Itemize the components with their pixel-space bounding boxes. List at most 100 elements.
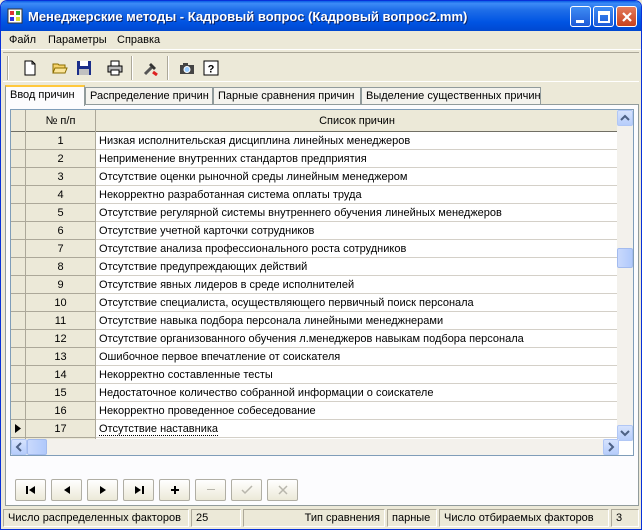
row-indicator[interactable]: [11, 348, 26, 366]
row-indicator[interactable]: [11, 132, 26, 150]
cell-cause[interactable]: Отсутствие учетной карточки сотрудников: [96, 222, 619, 240]
delete-record-button[interactable]: [195, 479, 226, 501]
cell-cause[interactable]: Отсутствие предупреждающих действий: [96, 258, 619, 276]
vertical-scroll-thumb[interactable]: [617, 248, 633, 268]
cell-cause[interactable]: Отсутствие явных лидеров в среде исполни…: [96, 276, 619, 294]
header-number[interactable]: № п/п: [26, 110, 96, 132]
save-button[interactable]: [73, 57, 95, 79]
vertical-scrollbar[interactable]: [617, 110, 633, 441]
horizontal-scroll-thumb[interactable]: [27, 439, 47, 455]
cell-cause[interactable]: Неприменение внутренних стандартов предп…: [96, 150, 619, 168]
cancel-edit-button[interactable]: [267, 479, 298, 501]
table-row[interactable]: 12 Отсутствие организованного обучения л.…: [11, 330, 619, 348]
tab-significant[interactable]: Выделение существенных причин: [361, 87, 541, 105]
row-indicator[interactable]: [11, 150, 26, 168]
scroll-up-button[interactable]: [617, 110, 633, 126]
causes-grid[interactable]: № п/п Список причин 1 Низкая исполнительс…: [10, 109, 634, 456]
table-row[interactable]: 8 Отсутствие предупреждающих действий: [11, 258, 619, 276]
scroll-left-button[interactable]: [11, 439, 27, 455]
cell-number[interactable]: 6: [26, 222, 96, 240]
row-indicator[interactable]: [11, 240, 26, 258]
row-indicator[interactable]: [11, 258, 26, 276]
help-button[interactable]: ?: [200, 57, 222, 79]
table-row[interactable]: 13 Ошибочное первое впечатление от соиска…: [11, 348, 619, 366]
camera-button[interactable]: [176, 57, 198, 79]
cell-number[interactable]: 9: [26, 276, 96, 294]
next-record-button[interactable]: [87, 479, 118, 501]
cell-number[interactable]: 16: [26, 402, 96, 420]
horizontal-scrollbar[interactable]: [11, 439, 619, 455]
cell-number[interactable]: 5: [26, 204, 96, 222]
post-edit-button[interactable]: [231, 479, 262, 501]
row-indicator[interactable]: [11, 330, 26, 348]
last-record-button[interactable]: [123, 479, 154, 501]
cell-number[interactable]: 8: [26, 258, 96, 276]
cell-number[interactable]: 4: [26, 186, 96, 204]
row-indicator[interactable]: [11, 420, 26, 438]
cell-number[interactable]: 7: [26, 240, 96, 258]
cell-cause[interactable]: Отсутствие оценки рыночной среды линейны…: [96, 168, 619, 186]
close-button[interactable]: [616, 6, 637, 27]
cell-number[interactable]: 17: [26, 420, 96, 438]
cell-cause[interactable]: Отсутствие анализа профессионального рос…: [96, 240, 619, 258]
print-button[interactable]: [104, 57, 126, 79]
row-indicator[interactable]: [11, 384, 26, 402]
row-indicator[interactable]: [11, 276, 26, 294]
minimize-button[interactable]: [570, 6, 591, 27]
row-indicator[interactable]: [11, 168, 26, 186]
tab-distribution[interactable]: Распределение причин: [85, 87, 213, 105]
header-causes[interactable]: Список причин: [96, 110, 619, 132]
cell-number[interactable]: 14: [26, 366, 96, 384]
cell-number[interactable]: 13: [26, 348, 96, 366]
table-row[interactable]: 11 Отсутствие навыка подбора персонала ли…: [11, 312, 619, 330]
table-row[interactable]: 6 Отсутствие учетной карточки сотрудников: [11, 222, 619, 240]
table-row[interactable]: 16 Некорректно проведенное собеседование: [11, 402, 619, 420]
menu-parameters[interactable]: Параметры: [48, 34, 107, 46]
tab-pairwise[interactable]: Парные сравнения причин: [213, 87, 361, 105]
row-indicator[interactable]: [11, 186, 26, 204]
cell-cause[interactable]: Недостаточное количество собранной инфор…: [96, 384, 619, 402]
new-button[interactable]: [19, 57, 41, 79]
scroll-right-button[interactable]: [603, 439, 619, 455]
tab-input-causes[interactable]: Ввод причин: [5, 85, 85, 106]
cell-cause[interactable]: Некорректно составленные тесты: [96, 366, 619, 384]
cell-number[interactable]: 10: [26, 294, 96, 312]
cell-cause[interactable]: Ошибочное первое впечатление от соискате…: [96, 348, 619, 366]
cell-cause[interactable]: Отсутствие наставника: [96, 420, 619, 438]
cell-cause[interactable]: Некорректно разработанная система оплаты…: [96, 186, 619, 204]
cell-cause[interactable]: Отсутствие навыка подбора персонала лине…: [96, 312, 619, 330]
cell-number[interactable]: 15: [26, 384, 96, 402]
table-row[interactable]: 5 Отсутствие регулярной системы внутренне…: [11, 204, 619, 222]
cell-cause[interactable]: Отсутствие регулярной системы внутреннег…: [96, 204, 619, 222]
row-indicator[interactable]: [11, 222, 26, 240]
table-row[interactable]: 15 Недостаточное количество собранной инф…: [11, 384, 619, 402]
table-row[interactable]: 3 Отсутствие оценки рыночной среды линейн…: [11, 168, 619, 186]
scroll-down-button[interactable]: [617, 425, 633, 441]
prior-record-button[interactable]: [51, 479, 82, 501]
row-indicator[interactable]: [11, 402, 26, 420]
cell-number[interactable]: 11: [26, 312, 96, 330]
table-row[interactable]: 10 Отсутствие специалиста, осуществляющег…: [11, 294, 619, 312]
maximize-button[interactable]: [593, 6, 614, 27]
cell-cause[interactable]: Некорректно проведенное собеседование: [96, 402, 619, 420]
table-row[interactable]: 17 Отсутствие наставника: [11, 420, 619, 438]
cell-number[interactable]: 2: [26, 150, 96, 168]
table-row[interactable]: 1 Низкая исполнительская дисциплина линей…: [11, 132, 619, 150]
table-row[interactable]: 7 Отсутствие анализа профессионального ро…: [11, 240, 619, 258]
row-indicator[interactable]: [11, 312, 26, 330]
row-indicator[interactable]: [11, 204, 26, 222]
row-indicator[interactable]: [11, 366, 26, 384]
table-row[interactable]: 2 Неприменение внутренних стандартов пред…: [11, 150, 619, 168]
table-row[interactable]: 14 Некорректно составленные тесты: [11, 366, 619, 384]
cell-number[interactable]: 3: [26, 168, 96, 186]
cell-cause[interactable]: Низкая исполнительская дисциплина линейн…: [96, 132, 619, 150]
cell-cause[interactable]: Отсутствие организованного обучения л.ме…: [96, 330, 619, 348]
insert-record-button[interactable]: [159, 479, 190, 501]
open-button[interactable]: [49, 57, 71, 79]
cell-cause[interactable]: Отсутствие специалиста, осуществляющего …: [96, 294, 619, 312]
title-bar[interactable]: Менеджерские методы - Кадровый вопрос (К…: [1, 1, 641, 31]
table-row[interactable]: 4 Некорректно разработанная система оплат…: [11, 186, 619, 204]
menu-file[interactable]: Файл: [9, 34, 36, 46]
row-indicator[interactable]: [11, 294, 26, 312]
table-row[interactable]: 9 Отсутствие явных лидеров в среде исполн…: [11, 276, 619, 294]
